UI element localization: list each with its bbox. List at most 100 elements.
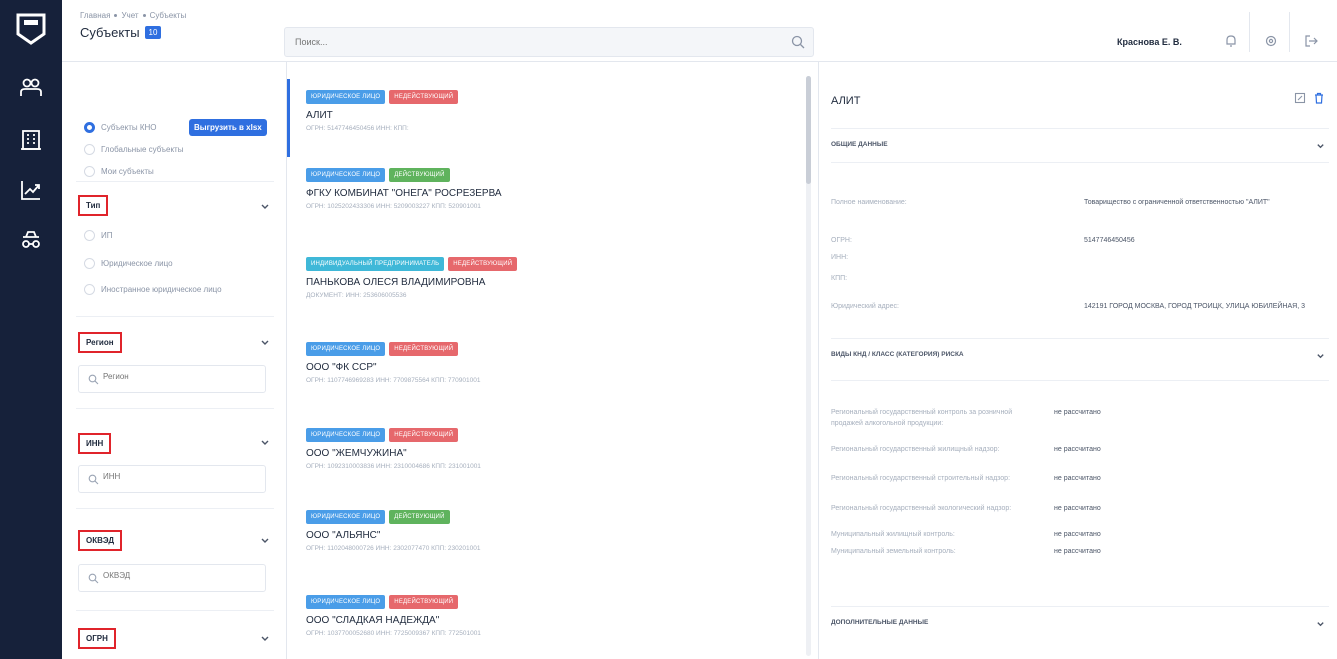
status-badge: Недействующий bbox=[448, 257, 518, 271]
subject-card[interactable]: Юридическое лицо Недействующий ООО "СЛАДКА… bbox=[306, 595, 786, 637]
tag-group: Юридическое лицо Недействующий bbox=[306, 595, 786, 609]
radio-type-ip[interactable]: ИП bbox=[84, 230, 113, 241]
subject-card[interactable]: Юридическое лицо Недействующий ООО "ФК ССР… bbox=[306, 342, 786, 384]
radio-type-foreign-legal-entity[interactable]: Иностранное юридическое лицо bbox=[84, 284, 222, 295]
breadcrumb-item: Субъекты bbox=[149, 11, 187, 20]
detail-value: 142191 ГОРОД МОСКВА, ГОРОД ТРОИЦК, УЛИЦА… bbox=[1084, 303, 1305, 310]
radio-my-subjects[interactable]: Мои субъекты bbox=[84, 166, 154, 177]
risk-label: Региональный государственный строительны… bbox=[831, 475, 1011, 482]
inn-input[interactable] bbox=[103, 472, 253, 481]
detail-label: ИНН: bbox=[831, 254, 849, 261]
radio-label: Юридическое лицо bbox=[101, 259, 173, 268]
analytics-nav-icon[interactable] bbox=[17, 176, 45, 204]
radio-button[interactable] bbox=[84, 284, 95, 295]
subject-card[interactable]: Юридическое лицо Недействующий ООО "ЖЕМЧУЖ… bbox=[306, 428, 786, 470]
risk-value: не рассчитано bbox=[1054, 548, 1101, 555]
chevron-down-icon[interactable] bbox=[1316, 619, 1325, 628]
section-additional-header[interactable]: Дополнительные данные bbox=[831, 606, 1329, 640]
logout-icon[interactable] bbox=[1304, 34, 1318, 48]
edit-icon[interactable] bbox=[1294, 92, 1306, 104]
delete-icon[interactable] bbox=[1313, 92, 1325, 104]
risk-label: Региональный государственный жилищный на… bbox=[831, 446, 1000, 453]
radio-button-checked[interactable] bbox=[84, 122, 95, 133]
risk-value: не рассчитано bbox=[1054, 505, 1101, 512]
okved-input[interactable] bbox=[103, 571, 253, 580]
status-badge: Недействующий bbox=[389, 595, 459, 609]
search-icon[interactable] bbox=[791, 35, 805, 49]
risk-value: не рассчитано bbox=[1054, 409, 1101, 416]
organizations-nav-icon[interactable] bbox=[17, 126, 45, 154]
settings-icon[interactable] bbox=[1264, 34, 1278, 48]
search-icon bbox=[88, 573, 99, 584]
risk-label: Муниципальный земельный контроль: bbox=[831, 548, 956, 555]
status-badge: Юридическое лицо bbox=[306, 510, 386, 524]
radio-global-subjects[interactable]: Глобальные субъекты bbox=[84, 144, 183, 155]
detail-label: Полное наименование: bbox=[831, 199, 907, 206]
subject-card[interactable]: Юридическое лицо Недействующий АЛИТ ОГРН: 5… bbox=[306, 90, 786, 132]
radio-button[interactable] bbox=[84, 166, 95, 177]
search-bar bbox=[284, 27, 814, 57]
search-icon bbox=[88, 374, 99, 385]
subject-name: ООО "СЛАДКАЯ НАДЕЖДА" bbox=[306, 615, 440, 626]
search-icon bbox=[88, 474, 99, 485]
filter-ogrn-title[interactable]: ОГРН bbox=[78, 628, 116, 649]
subject-meta: ДОКУМЕНТ: ИНН: 253606005536 bbox=[306, 292, 407, 299]
logo-icon[interactable] bbox=[15, 12, 47, 46]
tag-group: Юридическое лицо Недействующий bbox=[306, 90, 786, 104]
filter-inn-title[interactable]: ИНН bbox=[78, 433, 112, 454]
section-risk-header[interactable]: Виды КНД / Класс (категория) риска bbox=[831, 338, 1329, 372]
tag-group: Юридическое лицо Недействующий bbox=[306, 342, 786, 356]
subject-card[interactable]: Индивидуальный предприниматель Недействую… bbox=[306, 257, 786, 299]
divider bbox=[76, 181, 274, 182]
subject-meta: ОГРН: 1092310003836 ИНН: 2310004686 КПП:… bbox=[306, 463, 481, 470]
chevron-down-icon[interactable] bbox=[260, 201, 270, 211]
filter-okved-title[interactable]: ОКВЭД bbox=[78, 530, 123, 551]
left-rail bbox=[0, 0, 62, 659]
filter-region-title[interactable]: Регион bbox=[78, 332, 122, 353]
section-title: Общие данные bbox=[831, 141, 888, 148]
radio-label: ИП bbox=[101, 231, 113, 240]
header-divider bbox=[1249, 12, 1250, 52]
risk-label: Региональный государственный экологическ… bbox=[831, 505, 1012, 512]
chevron-down-icon[interactable] bbox=[1316, 351, 1325, 360]
inspector-nav-icon[interactable] bbox=[17, 226, 45, 254]
breadcrumb-separator bbox=[114, 14, 118, 17]
section-general-header[interactable]: Общие данные bbox=[831, 128, 1329, 162]
radio-type-legal-entity[interactable]: Юридическое лицо bbox=[84, 258, 173, 269]
export-xlsx-button[interactable]: Выгрузить в xlsx bbox=[189, 119, 267, 136]
bell-icon[interactable] bbox=[1224, 34, 1238, 48]
chevron-down-icon[interactable] bbox=[1316, 141, 1325, 150]
radio-button[interactable] bbox=[84, 144, 95, 155]
user-name[interactable]: Краснова Е. В. bbox=[1117, 37, 1182, 47]
breadcrumb-item[interactable]: Учет bbox=[121, 11, 138, 20]
radio-button[interactable] bbox=[84, 258, 95, 269]
chevron-down-icon[interactable] bbox=[260, 437, 270, 447]
radio-button[interactable] bbox=[84, 230, 95, 241]
chevron-down-icon[interactable] bbox=[260, 337, 270, 347]
inn-field bbox=[78, 465, 266, 493]
scrollbar-thumb[interactable] bbox=[806, 76, 811, 184]
divider bbox=[831, 380, 1329, 381]
chevron-down-icon[interactable] bbox=[260, 633, 270, 643]
subject-card[interactable]: Юридическое лицо Действующий ООО "АЛЬЯНС" О… bbox=[306, 510, 786, 552]
chevron-down-icon[interactable] bbox=[260, 535, 270, 545]
filter-type-title[interactable]: Тип bbox=[78, 195, 109, 216]
risk-value: не рассчитано bbox=[1054, 475, 1101, 482]
status-badge: Действующий bbox=[389, 168, 450, 182]
radio-label: Глобальные субъекты bbox=[101, 145, 184, 154]
radio-label: Мои субъекты bbox=[101, 167, 154, 176]
count-badge: 10 bbox=[144, 26, 162, 39]
subjects-nav-icon[interactable] bbox=[17, 74, 45, 102]
active-indicator bbox=[287, 79, 290, 157]
page-title-text: Субъекты bbox=[80, 25, 140, 40]
breadcrumb-item[interactable]: Главная bbox=[80, 11, 110, 20]
status-badge: Недействующий bbox=[389, 342, 459, 356]
subject-name: ООО "ЖЕМЧУЖИНА" bbox=[306, 448, 407, 459]
header-divider bbox=[1289, 12, 1290, 52]
region-field bbox=[78, 365, 266, 393]
subject-card[interactable]: Юридическое лицо Действующий ФГКУ КОМБИНАТ… bbox=[306, 168, 786, 210]
region-input[interactable] bbox=[103, 372, 253, 381]
radio-knd-subjects[interactable]: Субъекты КНО bbox=[84, 122, 157, 133]
breadcrumb-separator bbox=[142, 14, 146, 17]
search-input[interactable] bbox=[285, 28, 775, 56]
